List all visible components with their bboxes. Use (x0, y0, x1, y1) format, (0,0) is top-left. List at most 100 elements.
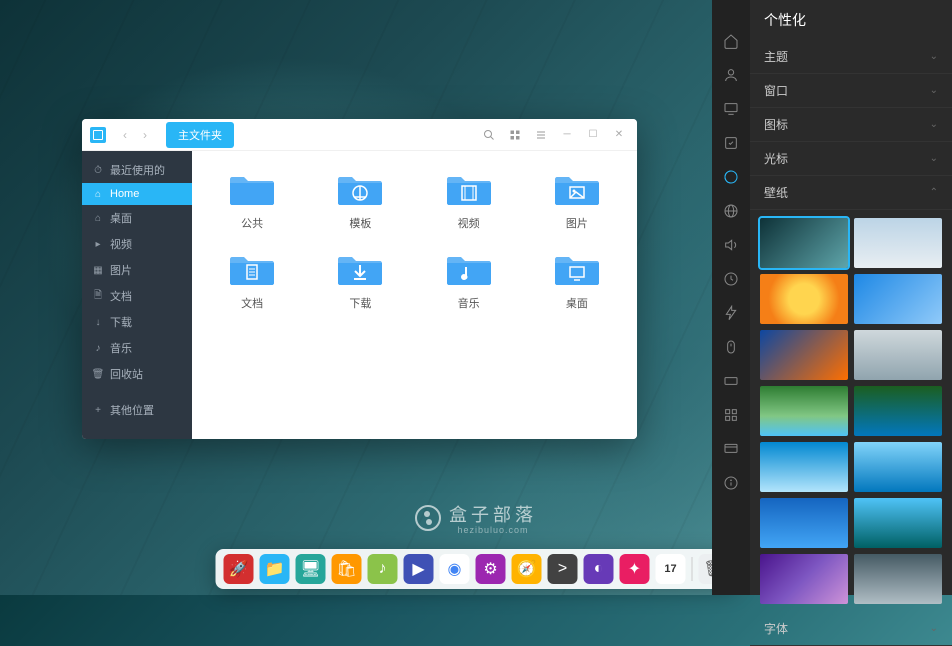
wallpaper-thumb-4[interactable] (760, 330, 848, 380)
view-grid-icon[interactable] (505, 125, 525, 145)
display-icon[interactable] (722, 100, 740, 118)
window-minimize-button[interactable]: ─ (557, 125, 577, 145)
keyboard-icon[interactable] (722, 372, 740, 390)
power-icon[interactable] (722, 304, 740, 322)
watermark-subtitle: hezibuluo.com (449, 525, 537, 535)
chevron-down-icon: ⌄ (930, 153, 938, 164)
settings-section-窗口[interactable]: 窗口⌄ (750, 74, 952, 108)
settings-section-图标[interactable]: 图标⌄ (750, 108, 952, 142)
wallpaper-thumb-6[interactable] (760, 386, 848, 436)
wallpaper-thumb-2[interactable] (760, 274, 848, 324)
location-tab[interactable]: 主文件夹 (166, 122, 234, 148)
dock-safari[interactable]: 🧭 (512, 554, 542, 584)
shortcuts-icon[interactable] (722, 406, 740, 424)
sidebar-item-其他位置[interactable]: +其他位置 (82, 397, 192, 423)
sidebar-item-下载[interactable]: ↓下载 (82, 309, 192, 335)
sidebar-item-视频[interactable]: ▸视频 (82, 231, 192, 257)
folder-图片[interactable]: 图片 (527, 169, 627, 231)
sidebar-icon: + (92, 404, 104, 416)
settings-section-壁纸[interactable]: 壁纸 ⌃ (750, 176, 952, 210)
home-icon[interactable] (722, 32, 740, 50)
wallpaper-thumb-3[interactable] (854, 274, 942, 324)
settings-section-字体[interactable]: 字体⌄ (750, 612, 952, 646)
chevron-up-icon: ⌃ (930, 187, 938, 198)
settings-section-主题[interactable]: 主题⌄ (750, 40, 952, 74)
dock-video[interactable]: ▶ (404, 554, 434, 584)
wallpaper-thumb-12[interactable] (760, 554, 848, 604)
dock-settings[interactable]: ⚙ (476, 554, 506, 584)
sidebar-icon: ▦ (92, 264, 104, 276)
dock-music[interactable]: ♪ (368, 554, 398, 584)
view-list-icon[interactable] (531, 125, 551, 145)
sidebar-item-音乐[interactable]: ♪ 音乐 (82, 335, 192, 361)
dock-files[interactable]: 📁 (260, 554, 290, 584)
sidebar-item-回收站[interactable]: 🗑回收站 (82, 361, 192, 387)
window-close-button[interactable]: ✕ (609, 125, 629, 145)
dock-app2[interactable]: ✦ (620, 554, 650, 584)
folder-模板[interactable]: 模板 (310, 169, 410, 231)
folder-label: 图片 (566, 215, 588, 231)
folder-icon (443, 249, 495, 289)
wallpaper-thumb-10[interactable] (760, 498, 848, 548)
wallpaper-thumb-5[interactable] (854, 330, 942, 380)
watermark: 盒子部落 hezibuluo.com (415, 501, 537, 535)
wallpaper-thumb-0[interactable] (760, 218, 848, 268)
dock-display[interactable]: 🖥 (296, 554, 326, 584)
personalization-icon[interactable] (722, 168, 740, 186)
window-maximize-button[interactable]: ☐ (583, 125, 603, 145)
mouse-icon[interactable] (722, 338, 740, 356)
sidebar-label: 音乐 (110, 340, 132, 356)
folder-icon (334, 249, 386, 289)
folder-下载[interactable]: 下载 (310, 249, 410, 311)
network-icon[interactable] (722, 202, 740, 220)
default-apps-icon[interactable] (722, 134, 740, 152)
folder-label: 桌面 (566, 295, 588, 311)
wallpaper-thumb-7[interactable] (854, 386, 942, 436)
sound-icon[interactable] (722, 236, 740, 254)
dock-app1[interactable]: ◐ (584, 554, 614, 584)
sidebar-item-home[interactable]: ⌂ Home (82, 183, 192, 205)
folder-icon (551, 249, 603, 289)
nav-back-button[interactable]: ‹ (116, 126, 134, 144)
sidebar-item-图片[interactable]: ▦图片 (82, 257, 192, 283)
info-icon[interactable] (722, 474, 740, 492)
wallpaper-thumb-11[interactable] (854, 498, 942, 548)
sidebar-icon: ⌂ (92, 188, 104, 200)
file-manager-titlebar: ‹ › 主文件夹 ─ ☐ ✕ (82, 119, 637, 151)
folder-文档[interactable]: 文档 (202, 249, 302, 311)
dock-store[interactable]: 🛍 (332, 554, 362, 584)
folder-icon (551, 169, 603, 209)
file-manager-content: 公共 模板 视频图片文档下载音乐桌面 (192, 151, 637, 439)
search-icon[interactable] (479, 125, 499, 145)
sidebar-icon: ♪ (92, 342, 104, 354)
sidebar-icon: ▸ (92, 238, 104, 250)
settings-section-光标[interactable]: 光标 ⌄ (750, 142, 952, 176)
time-icon[interactable] (722, 270, 740, 288)
dock-launcher[interactable]: 🚀 (224, 554, 254, 584)
wallpaper-thumb-8[interactable] (760, 442, 848, 492)
dock-terminal[interactable]: > (548, 554, 578, 584)
account-icon[interactable] (722, 66, 740, 84)
sidebar-label: Home (110, 188, 139, 200)
folder-桌面[interactable]: 桌面 (527, 249, 627, 311)
wallpaper-thumb-9[interactable] (854, 442, 942, 492)
update-icon[interactable] (722, 440, 740, 458)
section-label: 壁纸 (764, 184, 788, 201)
folder-label: 公共 (241, 215, 263, 231)
wallpaper-thumb-1[interactable] (854, 218, 942, 268)
nav-forward-button[interactable]: › (136, 126, 154, 144)
sidebar-item-最近使用的[interactable]: ⏱最近使用的 (82, 157, 192, 183)
folder-公共[interactable]: 公共 (202, 169, 302, 231)
sidebar-item-文档[interactable]: 🗎文档 (82, 283, 192, 309)
chevron-down-icon: ⌄ (930, 119, 938, 130)
section-label: 光标 (764, 150, 788, 167)
folder-音乐[interactable]: 音乐 (419, 249, 519, 311)
sidebar-item-桌面[interactable]: ⌂桌面 (82, 205, 192, 231)
dock-calendar[interactable]: 17 (656, 554, 686, 584)
section-label: 主题 (764, 48, 788, 65)
folder-label: 模板 (349, 215, 371, 231)
folder-视频[interactable]: 视频 (419, 169, 519, 231)
wallpaper-thumb-13[interactable] (854, 554, 942, 604)
chevron-down-icon: ⌄ (930, 623, 938, 634)
dock-chrome[interactable]: ◉ (440, 554, 470, 584)
